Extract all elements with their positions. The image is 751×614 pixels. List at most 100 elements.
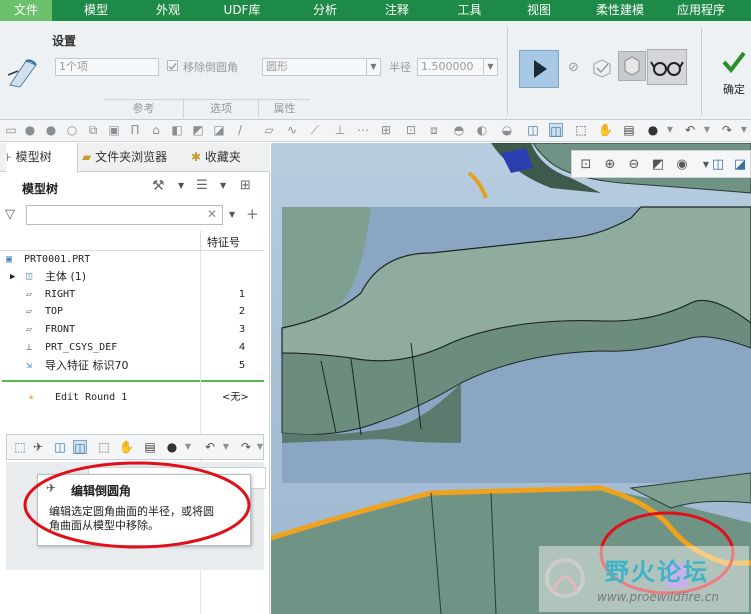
wireframe-icon[interactable]: ⬚ xyxy=(13,440,27,454)
chevron-down-icon[interactable]: ▼ xyxy=(219,440,233,454)
cube-icon[interactable]: ◫ xyxy=(710,157,726,173)
line-icon[interactable]: / xyxy=(233,123,247,137)
tree-root-row[interactable]: ▣ PRT0001.PRT xyxy=(0,251,264,269)
orient-icon[interactable]: ◉ xyxy=(674,157,690,173)
axis-icon[interactable]: ⟋ xyxy=(308,123,322,137)
copy-icon[interactable]: ⧉ xyxy=(86,123,100,137)
display-style-icon[interactable]: ▤ xyxy=(143,440,157,454)
csys-icon[interactable]: ⊥ xyxy=(333,123,347,137)
menu-flexible-modeling[interactable]: 柔性建模 xyxy=(571,0,669,21)
tab-options[interactable]: 选项 xyxy=(184,100,259,118)
round-tool-icon[interactable]: ✈ xyxy=(31,440,45,454)
select-icon[interactable]: ⬚ xyxy=(574,123,588,137)
mirror-icon[interactable]: ⧈ xyxy=(427,123,441,137)
chevron-down-icon[interactable]: ▼ xyxy=(220,181,226,190)
datum-icon[interactable]: ⊞ xyxy=(379,123,393,137)
sphere-icon[interactable]: ● xyxy=(23,123,37,137)
rib-icon[interactable]: ◐ xyxy=(475,123,489,137)
chamfer-icon[interactable]: ◩ xyxy=(191,123,205,137)
circle-icon[interactable]: ○ xyxy=(65,123,79,137)
refit-icon[interactable]: ◩ xyxy=(650,157,666,173)
pan-hand-icon[interactable]: ✋ xyxy=(119,440,134,454)
tree-settings-icon[interactable]: ⚒ xyxy=(152,178,165,194)
verify-mode-glasses-button[interactable] xyxy=(647,49,687,85)
cube-icon[interactable]: ◫ xyxy=(53,440,67,454)
appearance-sphere-icon[interactable]: ● xyxy=(165,440,179,454)
tab-properties[interactable]: 属性 xyxy=(259,100,310,118)
graphics-viewport[interactable]: ⊡ ⊕ ⊖ ◩ ◉ ▼ ◫ ◪ 野火论坛 www.proewildfire.cn xyxy=(271,143,751,614)
display-style-icon[interactable]: ▤ xyxy=(622,123,636,137)
redo-icon[interactable]: ↷ xyxy=(720,123,734,137)
select-icon[interactable]: ⬚ xyxy=(97,440,111,454)
draft-icon[interactable]: ◒ xyxy=(500,123,514,137)
remove-round-checkbox[interactable] xyxy=(167,60,178,71)
plane-icon[interactable]: ▱ xyxy=(262,123,276,137)
cube-icon[interactable]: ◫ xyxy=(526,123,540,137)
doc-icon[interactable]: ▭ xyxy=(4,123,18,137)
sweep-icon[interactable]: ⌂ xyxy=(149,123,163,137)
tree-row[interactable]: ▱ FRONT 3 xyxy=(0,321,264,339)
point-icon[interactable]: ⋯ xyxy=(356,123,370,137)
chevron-down-icon[interactable]: ▼ xyxy=(700,123,714,137)
tree-columns-icon[interactable]: ☰ xyxy=(196,178,208,193)
chevron-down-icon[interactable]: ▼ xyxy=(229,210,235,219)
confirm-button[interactable]: 确定 xyxy=(712,31,750,101)
add-icon[interactable]: + xyxy=(246,205,259,223)
chevron-down-icon[interactable]: ▼ xyxy=(253,440,267,454)
stop-icon[interactable]: ⊘ xyxy=(568,61,582,75)
expand-arrow-icon[interactable]: ▶ xyxy=(10,268,15,286)
menu-view[interactable]: 视图 xyxy=(507,0,571,21)
cube-selected-icon[interactable]: ◫ xyxy=(73,440,87,455)
tree-row[interactable]: ⇲ 导入特征 标识70 5 xyxy=(0,357,264,375)
blend-icon[interactable]: ◧ xyxy=(170,123,184,137)
tree-row[interactable]: ▱ TOP 2 xyxy=(0,303,264,321)
menu-udf-library[interactable]: UDF库 xyxy=(196,0,288,21)
verify-geometry-icon[interactable] xyxy=(591,58,613,78)
redo-icon[interactable]: ↷ xyxy=(239,440,253,454)
menu-analysis[interactable]: 分析 xyxy=(288,0,362,21)
clipboard-icon[interactable]: ▣ xyxy=(107,123,121,137)
pan-hand-icon[interactable]: ✋ xyxy=(598,123,613,137)
chevron-down-icon[interactable]: ▼ xyxy=(178,181,184,190)
clear-icon[interactable]: ✕ xyxy=(207,207,217,221)
chevron-down-icon[interactable]: ▼ xyxy=(663,123,677,137)
menu-file[interactable]: 文件 xyxy=(0,0,52,21)
tab-model-tree[interactable]: ⊦ 模型树 xyxy=(6,143,78,173)
shell-icon[interactable]: ◓ xyxy=(452,123,466,137)
zoom-in-icon[interactable]: ⊕ xyxy=(602,157,618,173)
tree-search-input[interactable]: ✕ xyxy=(26,205,223,225)
menu-tools[interactable]: 工具 xyxy=(432,0,507,21)
preview-geometry-button[interactable] xyxy=(618,51,646,81)
menu-applications[interactable]: 应用程序 xyxy=(669,0,751,21)
tab-favorites[interactable]: ✱ 收藏夹 xyxy=(191,143,263,172)
sphere-icon[interactable]: ● xyxy=(44,123,58,137)
menu-model[interactable]: 模型 xyxy=(52,0,140,21)
tab-folder-browser[interactable]: ▰ 文件夹浏览器 xyxy=(82,143,178,172)
view-manager-icon[interactable]: ◪ xyxy=(732,157,748,173)
tree-row[interactable]: ▱ RIGHT 1 xyxy=(0,286,264,304)
round-icon[interactable]: ◪ xyxy=(212,123,226,137)
tree-row[interactable]: ▶ ◫ 主体 (1) xyxy=(0,268,264,286)
tab-references[interactable]: 参考 xyxy=(104,100,184,118)
pattern-icon[interactable]: ⊡ xyxy=(404,123,418,137)
references-field[interactable]: 1个项 xyxy=(55,58,159,76)
preview-play-button[interactable] xyxy=(519,50,559,88)
tree-filter-icon[interactable]: ⊞ xyxy=(240,178,251,193)
curve-icon[interactable]: ∿ xyxy=(285,123,299,137)
menu-annotate[interactable]: 注释 xyxy=(362,0,432,21)
edit-round-row[interactable]: ✳ Edit Round 1 <无> xyxy=(0,389,264,407)
undo-icon[interactable]: ↶ xyxy=(683,123,697,137)
zoom-fit-icon[interactable]: ⊡ xyxy=(578,157,594,173)
filter-funnel-icon[interactable]: ▽ xyxy=(5,207,15,222)
chevron-down-icon[interactable]: ▼ xyxy=(737,123,751,137)
menu-appearance[interactable]: 外观 xyxy=(140,0,196,21)
shape-dropdown[interactable]: 圆形 ▼ xyxy=(262,58,381,76)
cube-selected-icon[interactable]: ◫ xyxy=(549,123,563,138)
protrusion-icon[interactable]: Π xyxy=(128,123,142,137)
chevron-down-icon[interactable]: ▼ xyxy=(181,440,195,454)
zoom-out-icon[interactable]: ⊖ xyxy=(626,157,642,173)
appearance-sphere-icon[interactable]: ● xyxy=(646,123,660,137)
tree-row[interactable]: ⊥ PRT_CSYS_DEF 4 xyxy=(0,339,264,357)
undo-icon[interactable]: ↶ xyxy=(203,440,217,454)
radius-field[interactable]: 1.500000 ▼ xyxy=(417,58,498,76)
